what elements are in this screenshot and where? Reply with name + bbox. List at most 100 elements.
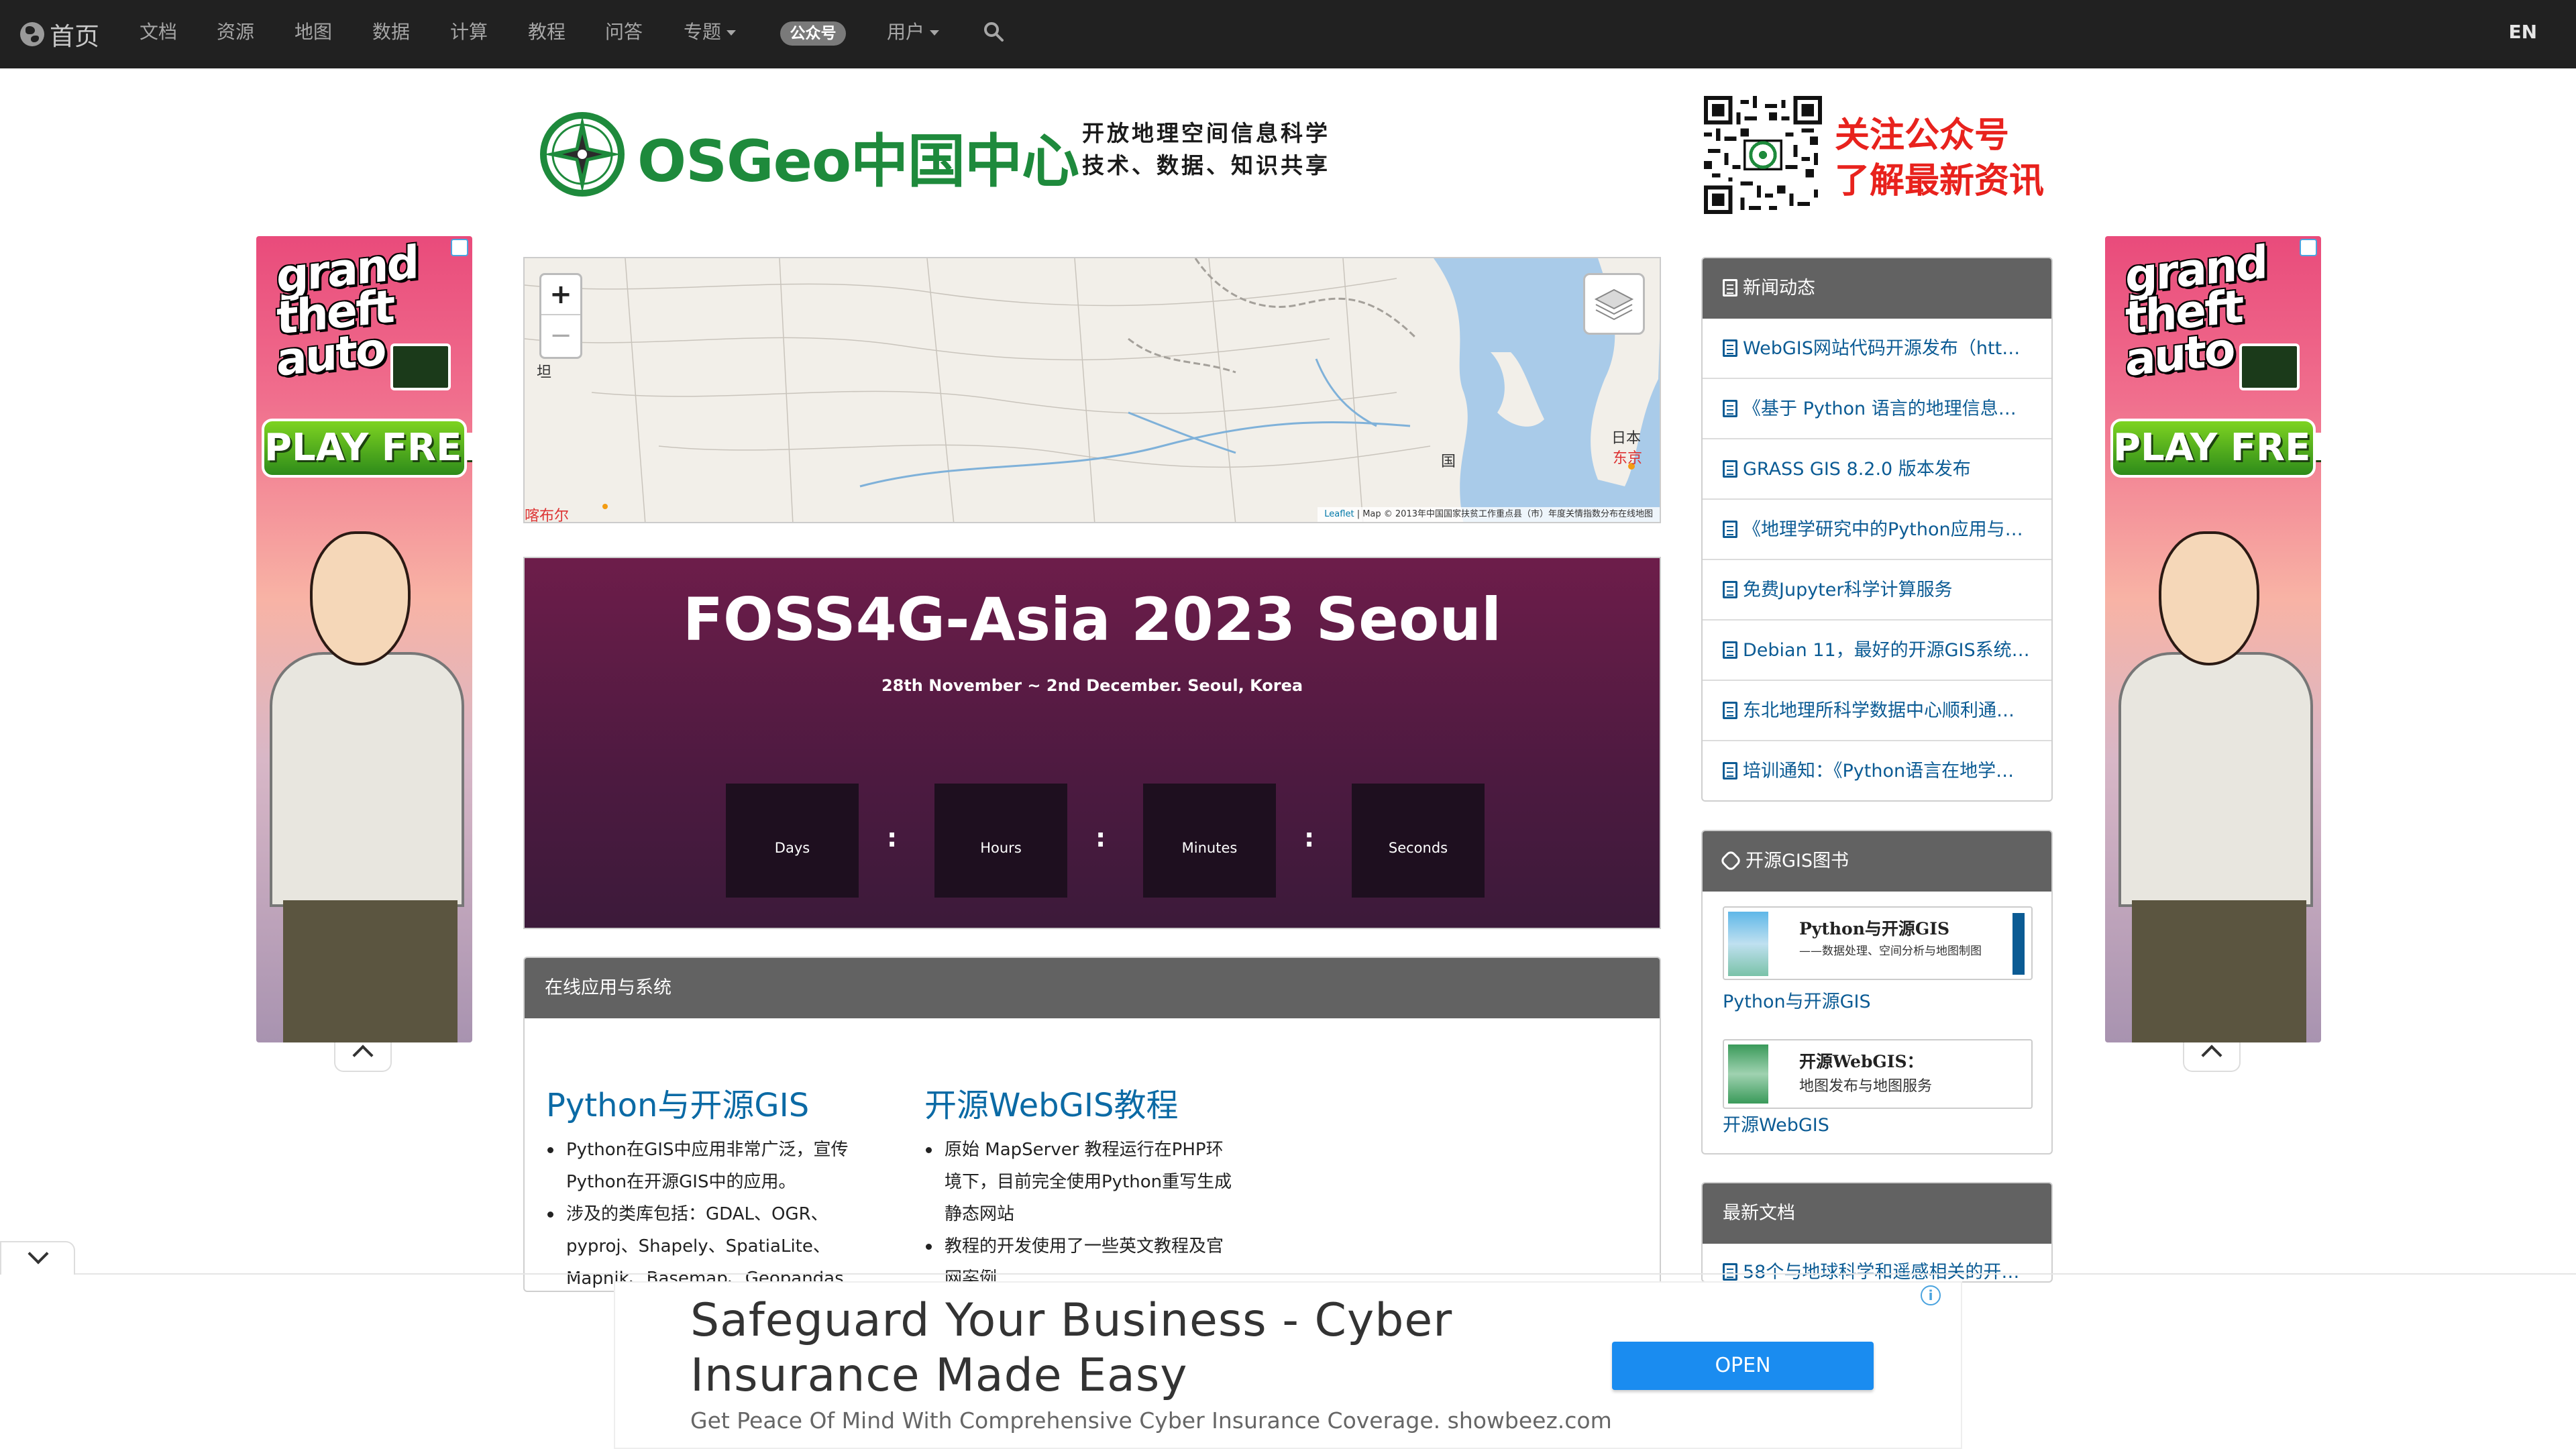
book-caption-link[interactable]: 开源WebGIS <box>1723 1110 1829 1136</box>
news-item-title: WebGIS网站代码开源发布（https://github.com/... <box>1743 338 2051 359</box>
home-link[interactable]: 首页 <box>20 15 99 54</box>
countdown-hours: Hours <box>934 784 1067 898</box>
ad-character-legs <box>2132 900 2306 1042</box>
caret-down-icon <box>727 30 737 36</box>
nav-topics-dropdown[interactable]: 专题 <box>684 19 737 46</box>
layers-control[interactable] <box>1583 273 1645 335</box>
book-cover[interactable]: 开源WebGIS： 地图发布与地图服务 <box>1723 1039 2033 1109</box>
left-side-ad[interactable]: grand theft auto PLAY FREE <box>256 236 472 1042</box>
countdown-minutes: Minutes <box>1143 784 1276 898</box>
wechat-badge[interactable]: 公众号 <box>780 21 846 46</box>
bottom-ad-divider <box>0 1273 2576 1275</box>
slogan-line-1: 开放地理空间信息科学 <box>1082 120 1330 146</box>
qr-promo-text: 关注公众号 了解最新资讯 <box>1835 113 2044 204</box>
book-cover[interactable]: Python与开源GIS ——数据处理、空间分析与地图制图 <box>1723 906 2033 980</box>
news-item[interactable]: WebGIS网站代码开源发布（https://github.com/... <box>1703 319 2051 379</box>
document-icon <box>1723 762 1737 780</box>
chevron-up-icon <box>2201 1044 2222 1066</box>
news-item[interactable]: GRASS GIS 8.2.0 版本发布 <box>1703 439 2051 500</box>
ad-character-body <box>2118 652 2313 907</box>
nav-tutorials[interactable]: 教程 <box>528 19 566 46</box>
map-attribution-text: | Map © 2013年中国国家扶贫工作重点县（市）年度关情指数分布在线地图 <box>1356 509 1653 519</box>
news-item[interactable]: 《地理学研究中的Python应用与实践》 <box>1703 500 2051 560</box>
news-item[interactable]: 东北地理所科学数据中心顺利通过验收 <box>1703 681 2051 741</box>
right-side-ad[interactable]: grand theft auto PLAY FREE <box>2105 236 2321 1042</box>
document-icon <box>1723 1263 1737 1281</box>
ad-play-free-button[interactable]: PLAY FREE <box>2110 419 2321 478</box>
ad-five-logo <box>2239 343 2300 390</box>
countdown-days-label: Days <box>774 840 810 856</box>
ad-info-icon[interactable]: i <box>1921 1285 1941 1305</box>
news-item[interactable]: 培训通知：《Python语言在地学中的应用》 <box>1703 741 2051 800</box>
language-switch[interactable]: EN <box>2508 19 2537 46</box>
python-gis-link[interactable]: Python与开源GIS <box>546 1079 809 1126</box>
ad-description: Get Peace Of Mind With Comprehensive Cyb… <box>690 1407 1612 1434</box>
nav-docs[interactable]: 文档 <box>140 19 177 46</box>
left-ad-collapse-tab[interactable] <box>334 1042 392 1072</box>
nav-user-dropdown[interactable]: 用户 <box>887 19 940 46</box>
ad-open-button[interactable]: OPEN <box>1612 1342 1874 1390</box>
right-ad-collapse-tab[interactable] <box>2183 1042 2241 1072</box>
ad-five-logo <box>390 343 451 390</box>
map-label: 东京 <box>1613 450 1643 467</box>
apps-panel-header: 在线应用与系统 <box>525 958 1660 1018</box>
list-item: 涉及的类库包括：GDAL、OGR、pyproj、Shapely、SpatiaLi… <box>546 1198 861 1291</box>
ad-character-head <box>310 531 411 665</box>
document-icon <box>1723 521 1737 538</box>
countdown-days: Days <box>726 784 859 898</box>
doc-item-title: 58个与地球科学和遥感相关的开源软件 <box>1743 1262 2051 1283</box>
news-header-label: 新闻动态 <box>1743 278 1815 299</box>
nav-resources[interactable]: 资源 <box>217 19 254 46</box>
news-list: WebGIS网站代码开源发布（https://github.com/... 《基… <box>1703 319 2051 800</box>
books-panel: 开源GIS图书 Python与开源GIS ——数据处理、空间分析与地图制图 Py… <box>1701 830 2053 1155</box>
book-cover-title: Python与开源GIS <box>1799 919 1949 938</box>
news-item[interactable]: Debian 11，最好的开源GIS系统平台 <box>1703 621 2051 681</box>
list-item: Python在GIS中应用非常广泛，宣传Python在开源GIS中的应用。 <box>546 1134 861 1198</box>
map-label: 国 <box>1441 453 1456 470</box>
ad-character-head <box>2159 531 2259 665</box>
leaflet-link[interactable]: Leaflet <box>1324 509 1354 519</box>
wechat-qr-promo: 关注公众号 了解最新资讯 <box>1704 96 2044 217</box>
foss4g-banner[interactable]: FOSS4G-Asia 2023 Seoul 28th November ~ 2… <box>523 557 1661 929</box>
apps-panel: 在线应用与系统 Python与开源GIS Python在GIS中应用非常广泛，宣… <box>523 957 1661 1292</box>
list-item: 原始 MapServer 教程运行在PHP环境下，目前完全使用Python重写生… <box>924 1134 1240 1230</box>
countdown-minutes-label: Minutes <box>1181 840 1238 856</box>
countdown-separator: : <box>1304 823 1315 853</box>
news-item[interactable]: 《基于 Python 语言的地理信息系统开发》 <box>1703 379 2051 439</box>
document-icon <box>1723 279 1737 297</box>
nav-maps[interactable]: 地图 <box>294 19 332 46</box>
banner-subtitle: 28th November ~ 2nd December. Seoul, Kor… <box>881 676 1303 695</box>
link-icon <box>1719 849 1742 872</box>
globe-icon <box>20 22 44 46</box>
ad-headline[interactable]: Safeguard Your Business - Cyber Insuranc… <box>690 1293 1495 1403</box>
nav-compute[interactable]: 计算 <box>450 19 488 46</box>
map-label: 喀布尔 <box>525 508 570 523</box>
map-zoom-control: + − <box>539 273 582 359</box>
book-caption-link[interactable]: Python与开源GIS <box>1723 987 1871 1013</box>
zoom-out-button[interactable]: − <box>541 317 580 357</box>
logo-slogan: 开放地理空间信息科学 技术、数据、知识共享 <box>1082 117 1330 182</box>
ad-character-legs <box>283 900 458 1042</box>
bottom-ad-collapse-tab[interactable] <box>0 1241 75 1275</box>
site-logo[interactable]: OSGeo中国中心 开放地理空间信息科学 技术、数据、知识共享 <box>535 101 1340 201</box>
adchoices-icon[interactable] <box>2300 239 2317 256</box>
webgis-tutorial-link[interactable]: 开源WebGIS教程 <box>924 1079 1178 1126</box>
nav-data[interactable]: 数据 <box>372 19 410 46</box>
adchoices-icon[interactable] <box>451 239 468 256</box>
latest-docs-header: 最新文档 <box>1703 1183 2051 1244</box>
news-item-title: 《基于 Python 语言的地理信息系统开发》 <box>1743 398 2051 419</box>
map-label: 日本 <box>1611 430 1642 447</box>
ad-play-free-button[interactable]: PLAY FREE <box>262 419 472 478</box>
leaflet-map[interactable]: 坦 日本 东京 喀布尔 国 + − Leaflet | Map © 2013年中… <box>523 257 1661 523</box>
layers-icon <box>1594 288 1634 321</box>
news-item[interactable]: 免费Jupyter科学计算服务 <box>1703 560 2051 621</box>
doc-item[interactable]: 58个与地球科学和遥感相关的开源软件 <box>1703 1244 2051 1283</box>
zoom-in-button[interactable]: + <box>541 275 580 315</box>
bottom-anchor-ad[interactable]: Safeguard Your Business - Cyber Insuranc… <box>614 1281 1962 1449</box>
chevron-up-icon <box>352 1044 374 1066</box>
nav-qa[interactable]: 问答 <box>605 19 643 46</box>
banner-title: FOSS4G-Asia 2023 Seoul <box>682 585 1502 654</box>
news-item-title: GRASS GIS 8.2.0 版本发布 <box>1743 459 1971 480</box>
search-icon[interactable] <box>982 20 1005 43</box>
home-label: 首页 <box>50 22 99 51</box>
